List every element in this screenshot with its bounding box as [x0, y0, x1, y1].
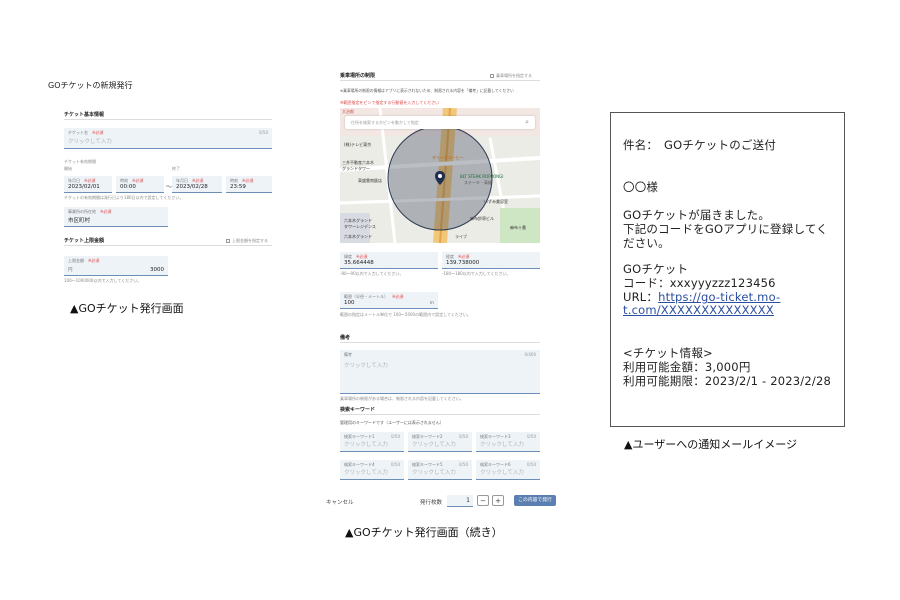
basic-info-heading: チケット基本情報 — [64, 112, 105, 118]
mail-url-link-cont[interactable]: t.com/XXXXXXXXXXXXXX — [623, 303, 774, 317]
period-hint: チケットの有効期間は発行日より180日以内で設定してください。 — [64, 195, 184, 200]
area-toggle[interactable]: 乗車場所を指定する — [490, 73, 532, 78]
increment-button[interactable]: + — [492, 495, 504, 506]
issue-count-label: 発行枚数 — [420, 500, 443, 506]
keyword-heading: 検索キーワード — [340, 407, 376, 413]
mail-caption: ▲ユーザーへの通知メールイメージ — [624, 438, 798, 451]
decrement-button[interactable]: − — [477, 495, 489, 506]
end-time-field[interactable]: 時刻 ※必須 23:59 — [226, 176, 272, 193]
radius-field[interactable]: 範囲（半径・メートル） ※必須 100 m — [340, 292, 438, 309]
keyword-field-5[interactable]: 検索キーワード5 0/50 クリックして入力 — [408, 460, 472, 480]
remarks-heading: 備考 — [340, 335, 351, 341]
area-heading: 乗車場所の制限 — [340, 73, 376, 79]
notification-mail: 件名： GOチケットのご送付 〇〇様 GOチケットが届きました。 下記のコードを… — [610, 112, 845, 427]
latitude-field[interactable]: 緯度 ※必須 35.664448 — [340, 252, 438, 269]
ticket-name-field[interactable]: チケット名 ※必須 0/50 クリックして入力 — [64, 128, 272, 149]
keyword-field-3[interactable]: 検索キーワード3 0/50 クリックして入力 — [476, 432, 540, 452]
limit-toggle[interactable]: 上限金額を指定する — [226, 238, 268, 243]
checkbox-icon — [226, 239, 230, 243]
limit-hint: 100〜1000000以内で入力してください。 — [64, 278, 142, 283]
ticket-name-placeholder: クリックして入力 — [68, 139, 112, 145]
map[interactable]: 住所を検索するかピンを動かして指定 ⌕ 大治郎 (株)テレビ東京 タリーズコーヒ… — [340, 108, 540, 243]
mail-subject: 件名： GOチケットのご送付 — [623, 138, 777, 152]
keyword-field-2[interactable]: 検索キーワード2 0/50 クリックして入力 — [408, 432, 472, 452]
map-search-input[interactable]: 住所を検索するかピンを動かして指定 ⌕ — [345, 116, 535, 129]
keyword-field-4[interactable]: 検索キーワード4 0/50 クリックして入力 — [340, 460, 404, 480]
search-icon: ⌕ — [525, 118, 529, 126]
left-caption: ▲GOチケット発行画面 — [70, 302, 184, 315]
start-time-field[interactable]: 時刻 ※必須 00:00 — [116, 176, 164, 193]
cancel-button[interactable]: キャンセル — [326, 498, 354, 506]
longitude-field[interactable]: 経度 ※必須 139.738000 — [442, 252, 540, 269]
mail-url-link[interactable]: https://go-ticket.mo- — [658, 290, 780, 304]
area-note: ※乗車場所の制限の情報はアプリに表示されないため、制限される内容を「備考」に記載… — [340, 88, 514, 93]
issue-count-input[interactable]: 1 — [447, 495, 473, 507]
page-title: GOチケットの新規発行 — [48, 81, 133, 90]
limit-amount-field[interactable]: 上限金額 ※必須 円 3000 — [64, 256, 168, 276]
remarks-textarea[interactable]: 備考 0/400 クリックして入力 — [340, 350, 540, 394]
submit-button[interactable]: この内容で発行 — [514, 495, 556, 506]
mail-period: 利用可能期限：2023/2/1 - 2023/2/28 — [623, 374, 831, 388]
map-hint: ※範囲指定をピンで指定する行動値を入力してください — [340, 100, 440, 105]
keyword-field-6[interactable]: 検索キーワード6 0/50 クリックして入力 — [476, 460, 540, 480]
checkbox-icon — [490, 74, 494, 78]
limit-heading: チケット上限金額 — [64, 238, 105, 244]
end-date-field[interactable]: 年月日 ※必須 2023/02/28 — [172, 176, 222, 193]
municipality-select[interactable]: 事業所の所在地 ※必須 市区町村 — [64, 207, 168, 227]
map-pin-icon[interactable] — [435, 170, 445, 185]
start-date-field[interactable]: 年月日 ※必須 2023/02/01 — [64, 176, 112, 193]
keyword-field-1[interactable]: 検索キーワード1 0/50 クリックして入力 — [340, 432, 404, 452]
period-label: チケット有効期間 — [64, 159, 96, 164]
mail-greeting: 〇〇様 — [623, 180, 659, 194]
middle-caption: ▲GOチケット発行画面（続き） — [345, 526, 503, 539]
